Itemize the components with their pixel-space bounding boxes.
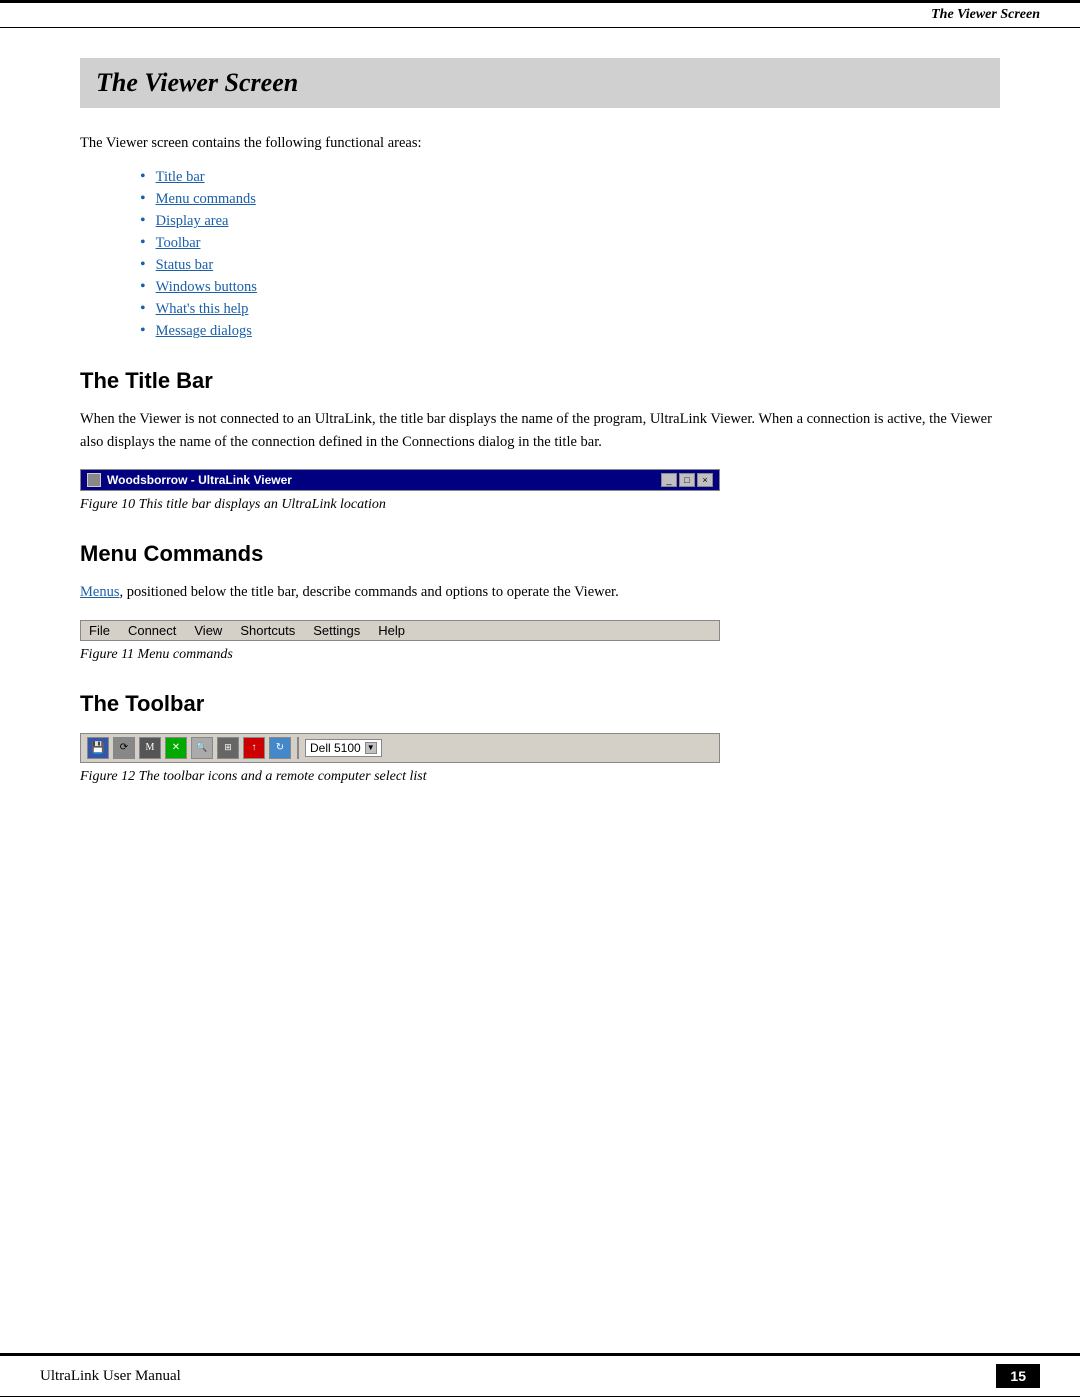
toolbar-figure: 💾 ⟳ M ✕ 🔍 ⊞ ↑ ↻ Dell 5100 ▼ Figure 12 Th… — [80, 733, 1000, 785]
link-windows-buttons[interactable]: Windows buttons — [156, 279, 257, 296]
title-bar-body: When the Viewer is not connected to an U… — [80, 408, 1000, 453]
link-display-area[interactable]: Display area — [156, 213, 229, 230]
menubar-caption: Figure 11 Menu commands — [80, 647, 1000, 663]
chapter-title-bar: The Viewer Screen — [80, 58, 1000, 108]
toolbar-separator — [297, 737, 299, 759]
list-item-message-dialogs: Message dialogs — [140, 322, 1000, 340]
toolbar-dropdown-arrow[interactable]: ▼ — [365, 742, 377, 754]
toolbar-dropdown-label: Dell 5100 — [310, 741, 361, 755]
toolbar-icon-7[interactable]: ↑ — [243, 737, 265, 759]
toolbar-icon-8[interactable]: ↻ — [269, 737, 291, 759]
header-label: The Viewer Screen — [931, 7, 1040, 22]
toolbar-icon-4[interactable]: ✕ — [165, 737, 187, 759]
menu-item-settings[interactable]: Settings — [313, 623, 360, 638]
titlebar-figure: Woodsborrow - UltraLink Viewer _ □ × Fig… — [80, 469, 1000, 513]
menu-item-connect[interactable]: Connect — [128, 623, 176, 638]
toolbar-dropdown[interactable]: Dell 5100 ▼ — [305, 739, 382, 757]
menu-item-help[interactable]: Help — [378, 623, 405, 638]
titlebar-left: Woodsborrow - UltraLink Viewer — [87, 473, 292, 487]
titlebar-buttons: _ □ × — [661, 473, 713, 487]
menu-commands-body-rest: , positioned below the title bar, descri… — [119, 584, 618, 600]
chapter-title: The Viewer Screen — [96, 68, 984, 98]
footer-page-number: 15 — [996, 1364, 1040, 1388]
toolbar-mockup: 💾 ⟳ M ✕ 🔍 ⊞ ↑ ↻ Dell 5100 ▼ — [80, 733, 720, 763]
titlebar-app-icon — [87, 473, 101, 487]
menu-item-file[interactable]: File — [89, 623, 110, 638]
toolbar-icon-5[interactable]: 🔍 — [191, 737, 213, 759]
toolbar-icon-2[interactable]: ⟳ — [113, 737, 135, 759]
list-item-toolbar: Toolbar — [140, 234, 1000, 252]
menu-item-view[interactable]: View — [194, 623, 222, 638]
title-bar-heading: The Title Bar — [80, 368, 1000, 394]
link-status-bar[interactable]: Status bar — [156, 257, 214, 274]
page-footer: UltraLink User Manual 15 — [0, 1353, 1080, 1397]
link-menus[interactable]: Menus — [80, 584, 119, 600]
toolbar-caption: Figure 12 The toolbar icons and a remote… — [80, 769, 1000, 785]
list-item-windows-buttons: Windows buttons — [140, 278, 1000, 296]
toolbar-icon-3[interactable]: M — [139, 737, 161, 759]
titlebar-text: Woodsborrow - UltraLink Viewer — [107, 473, 292, 487]
list-item-menu-commands: Menu commands — [140, 190, 1000, 208]
list-item-display-area: Display area — [140, 212, 1000, 230]
link-message-dialogs[interactable]: Message dialogs — [156, 323, 252, 340]
link-whats-this-help[interactable]: What's this help — [156, 301, 249, 318]
link-title-bar[interactable]: Title bar — [156, 169, 205, 186]
menu-commands-heading: Menu Commands — [80, 541, 1000, 567]
intro-text: The Viewer screen contains the following… — [80, 132, 1000, 154]
list-item-status-bar: Status bar — [140, 256, 1000, 274]
list-item-whats-this-help: What's this help — [140, 300, 1000, 318]
link-menu-commands[interactable]: Menu commands — [156, 191, 256, 208]
list-item-title-bar: Title bar — [140, 168, 1000, 186]
titlebar-close-btn[interactable]: × — [697, 473, 713, 487]
toolbar-heading: The Toolbar — [80, 691, 1000, 717]
functional-areas-list: Title bar Menu commands Display area Too… — [140, 168, 1000, 340]
page-header: The Viewer Screen — [0, 0, 1080, 28]
toolbar-icon-6[interactable]: ⊞ — [217, 737, 239, 759]
main-content: The Viewer Screen The Viewer screen cont… — [0, 28, 1080, 861]
titlebar-mockup: Woodsborrow - UltraLink Viewer _ □ × — [80, 469, 720, 491]
titlebar-maximize-btn[interactable]: □ — [679, 473, 695, 487]
link-toolbar[interactable]: Toolbar — [156, 235, 201, 252]
titlebar-minimize-btn[interactable]: _ — [661, 473, 677, 487]
footer-title: UltraLink User Manual — [40, 1368, 181, 1385]
menubar-mockup: File Connect View Shortcuts Settings Hel… — [80, 620, 720, 641]
toolbar-save-icon[interactable]: 💾 — [87, 737, 109, 759]
menu-item-shortcuts[interactable]: Shortcuts — [240, 623, 295, 638]
menu-commands-body: Menus, positioned below the title bar, d… — [80, 581, 1000, 603]
menubar-figure: File Connect View Shortcuts Settings Hel… — [80, 620, 1000, 663]
titlebar-caption: Figure 10 This title bar displays an Ult… — [80, 497, 1000, 513]
